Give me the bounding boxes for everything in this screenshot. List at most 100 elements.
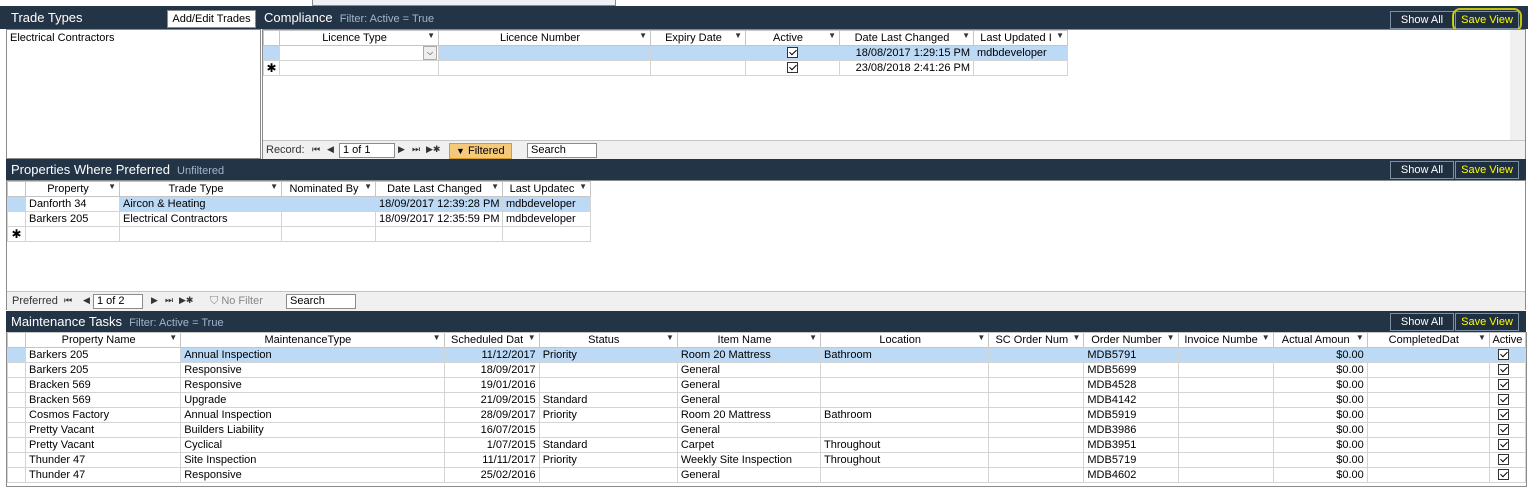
scheduled-date-cell[interactable]: 25/02/2016	[443, 467, 540, 483]
maintenance-type-cell[interactable]: Responsive	[180, 467, 445, 483]
status-cell[interactable]	[538, 422, 678, 438]
search-input[interactable]: Search	[286, 294, 356, 309]
sc-order-cell[interactable]	[988, 452, 1085, 468]
item-name-cell[interactable]: General	[676, 467, 822, 483]
property-name-cell[interactable]: Barkers 205	[25, 362, 182, 378]
property-name-cell[interactable]: Barkers 205	[25, 347, 182, 363]
scheduled-date-cell[interactable]: 16/07/2015	[443, 422, 540, 438]
active-checkbox[interactable]	[1488, 422, 1527, 438]
updated-by-cell[interactable]: mdbdeveloper	[502, 196, 591, 212]
maintenance-save-view-button[interactable]: Save View	[1455, 313, 1519, 331]
property-cell[interactable]	[25, 226, 120, 242]
invoice-cell[interactable]	[1177, 392, 1274, 408]
table-row[interactable]: Barkers 205 Responsive 18/09/2017 General MD…	[6, 362, 1527, 378]
nominated-by-cell[interactable]	[281, 226, 376, 242]
col-date-last-changed[interactable]: Date Last Changed ▼	[839, 30, 974, 46]
col-date-last-changed[interactable]: Date Last Changed ▼	[375, 181, 503, 197]
amount-cell[interactable]: $0.00	[1272, 452, 1368, 468]
col-status[interactable]: Status ▼	[538, 332, 678, 348]
col-property[interactable]: Property ▼	[25, 181, 120, 197]
chevron-down-icon[interactable]: ▼	[809, 334, 817, 343]
record-position-input[interactable]: 1 of 1	[339, 143, 395, 158]
maintenance-select-all[interactable]	[6, 332, 27, 348]
chevron-down-icon[interactable]: ▼	[364, 183, 372, 192]
order-number-cell[interactable]: MDB5719	[1083, 452, 1179, 468]
status-cell[interactable]: Priority	[538, 347, 678, 363]
chevron-down-icon[interactable]: ▼	[734, 32, 742, 41]
table-row[interactable]: ✱ 23/08/2018 2:41:26 PM	[263, 60, 1068, 76]
amount-cell[interactable]: $0.00	[1272, 347, 1368, 363]
date-changed-cell[interactable]: 23/08/2018 2:41:26 PM	[839, 60, 974, 76]
table-row[interactable]: Pretty Vacant Builders Liability 16/07/201…	[6, 422, 1527, 438]
preferred-save-view-button[interactable]: Save View	[1455, 161, 1519, 179]
maintenance-type-cell[interactable]: Responsive	[180, 362, 445, 378]
item-name-cell[interactable]: General	[676, 362, 822, 378]
scheduled-date-cell[interactable]: 18/09/2017	[443, 362, 540, 378]
next-record-icon[interactable]: ▶	[151, 295, 158, 306]
order-number-cell[interactable]: MDB3951	[1083, 437, 1179, 453]
amount-cell[interactable]: $0.00	[1272, 422, 1368, 438]
nominated-by-cell[interactable]	[281, 196, 376, 212]
status-cell[interactable]: Standard	[538, 437, 678, 453]
order-number-cell[interactable]: MDB4528	[1083, 377, 1179, 393]
chevron-down-icon[interactable]: ▼	[1356, 334, 1364, 343]
location-cell[interactable]: Bathroom	[820, 407, 990, 423]
table-row[interactable]: Danforth 34 Aircon & Heating 18/09/2017 …	[7, 196, 591, 212]
invoice-cell[interactable]	[1177, 467, 1274, 483]
preferred-select-all[interactable]	[7, 181, 26, 197]
location-cell[interactable]	[820, 392, 990, 408]
scheduled-date-cell[interactable]: 11/12/2017	[443, 347, 540, 363]
chevron-down-icon[interactable]: ▼	[270, 183, 278, 192]
date-changed-cell[interactable]: 18/09/2017 12:39:28 PM	[375, 196, 503, 212]
chevron-down-icon[interactable]: ▼	[1056, 32, 1064, 41]
record-position-input[interactable]: 1 of 2	[93, 294, 143, 309]
status-cell[interactable]: Priority	[538, 452, 678, 468]
add-edit-trades-button[interactable]: Add/Edit Trades	[167, 10, 256, 28]
location-cell[interactable]	[820, 362, 990, 378]
property-name-cell[interactable]: Pretty Vacant	[25, 422, 182, 438]
chevron-down-icon[interactable]: ▼	[977, 334, 985, 343]
status-cell[interactable]: Priority	[538, 407, 678, 423]
col-scheduled-date[interactable]: Scheduled Dat ▼	[443, 332, 540, 348]
first-record-icon[interactable]: ⏮	[64, 295, 72, 306]
amount-cell[interactable]: $0.00	[1272, 437, 1368, 453]
chevron-down-icon[interactable]: ▼	[1072, 334, 1080, 343]
col-licence-type[interactable]: Licence Type ▼	[279, 30, 439, 46]
updated-by-cell[interactable]: mdbdeveloper	[502, 211, 591, 227]
preferred-show-all-button[interactable]: Show All	[1390, 161, 1454, 179]
active-checkbox[interactable]	[745, 60, 840, 76]
trade-type-cell[interactable]	[119, 226, 282, 242]
row-selector[interactable]	[6, 467, 27, 483]
location-cell[interactable]: Throughout	[820, 452, 990, 468]
no-filter-toggle[interactable]: ⛉ No Filter	[210, 295, 263, 308]
item-name-cell[interactable]: Room 20 Mattress	[676, 347, 822, 363]
row-selector[interactable]	[6, 392, 27, 408]
scheduled-date-cell[interactable]: 11/11/2017	[443, 452, 540, 468]
table-row[interactable]: Thunder 47 Responsive 25/02/2016 General MDB…	[6, 467, 1527, 483]
expiry-cell[interactable]	[650, 60, 746, 76]
chevron-down-icon[interactable]: ▼	[108, 183, 116, 192]
completed-cell[interactable]	[1366, 422, 1490, 438]
maintenance-type-cell[interactable]: Annual Inspection	[180, 407, 445, 423]
maintenance-type-cell[interactable]: Builders Liability	[180, 422, 445, 438]
trade-types-list[interactable]: Electrical Contractors	[6, 29, 261, 159]
item-name-cell[interactable]: General	[676, 392, 822, 408]
invoice-cell[interactable]	[1177, 437, 1274, 453]
trade-type-cell[interactable]: Electrical Contractors	[119, 211, 282, 227]
col-completed-date[interactable]: CompletedDat ▼	[1366, 332, 1490, 348]
order-number-cell[interactable]: MDB5699	[1083, 362, 1179, 378]
location-cell[interactable]: Bathroom	[820, 347, 990, 363]
amount-cell[interactable]: $0.00	[1272, 392, 1368, 408]
updated-by-cell[interactable]: mdbdeveloper	[973, 45, 1068, 61]
licence-number-cell[interactable]	[438, 60, 651, 76]
col-trade-type[interactable]: Trade Type ▼	[119, 181, 282, 197]
col-invoice-number[interactable]: Invoice Numbe ▼	[1177, 332, 1274, 348]
licence-number-cell[interactable]	[438, 45, 651, 61]
col-last-updated[interactable]: Last Updated I ▼	[973, 30, 1068, 46]
table-row[interactable]: Barkers 205 Electrical Contractors 18/09…	[7, 211, 591, 227]
invoice-cell[interactable]	[1177, 362, 1274, 378]
invoice-cell[interactable]	[1177, 377, 1274, 393]
chevron-down-icon[interactable]: ▼	[579, 183, 587, 192]
date-changed-cell[interactable]: 18/08/2017 1:29:15 PM	[839, 45, 974, 61]
row-selector[interactable]	[7, 211, 26, 227]
